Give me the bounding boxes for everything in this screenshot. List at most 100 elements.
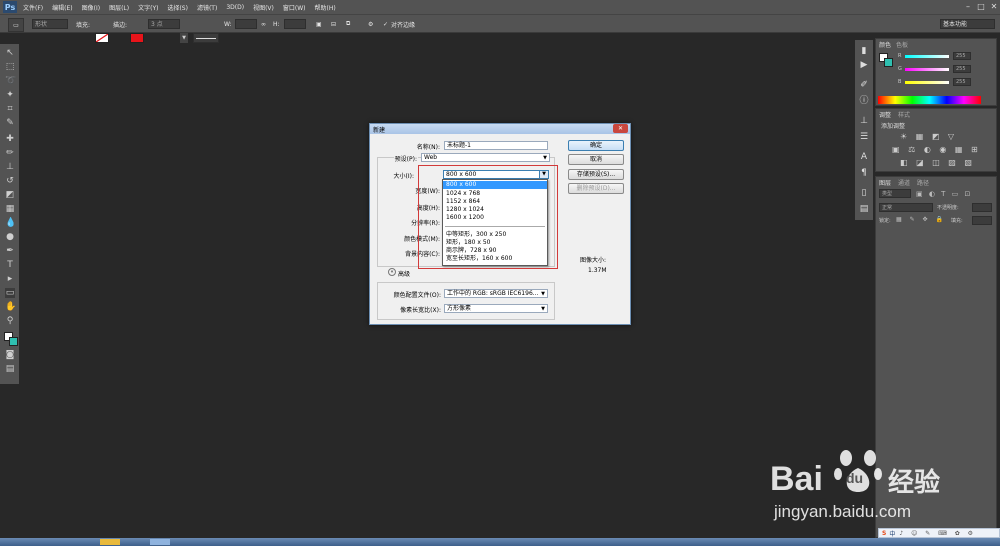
ime-tool-icons[interactable]: ♪ ☺ ✎ ⌨ ✿ ⚙ [899,530,976,537]
stroke-type-select[interactable] [193,33,219,43]
menu-select[interactable]: 选择(S) [167,3,188,12]
blur-tool-icon[interactable]: 💧 [5,218,16,228]
rectangle-tool-icon[interactable]: ▭ [5,288,15,298]
preset-select[interactable]: Web ▼ [421,153,550,162]
maximize-button[interactable]: □ [976,2,986,11]
layer-comps-icon[interactable]: ▤ [859,204,869,214]
hand-tool-icon[interactable]: ✋ [5,302,16,312]
stroke-width-field[interactable]: 3 点 [148,19,180,29]
tool-preset-picker[interactable]: ▭ [8,18,24,32]
r-slider[interactable] [905,55,949,58]
name-input[interactable]: 未标题-1 [444,141,548,150]
tab-layers[interactable]: 图层 [879,178,891,187]
magic-wand-icon[interactable]: ✦ [5,90,15,100]
lasso-tool-icon[interactable]: ➰ [5,76,16,86]
zoom-tool-icon[interactable]: ⚲ [5,316,15,326]
brush-panel-icon[interactable]: ✐ [859,80,869,90]
tab-adjustments[interactable]: 调整 [879,110,891,119]
profile-select[interactable]: 工作中的 RGB: sRGB IEC6196... ▼ [444,289,548,298]
ok-button[interactable]: 确定 [568,140,624,151]
b-slider[interactable] [905,81,949,84]
menu-file[interactable]: 文件(F) [23,3,43,12]
screen-mode-icon[interactable]: ▤ [5,364,15,374]
tab-color[interactable]: 颜色 [879,40,891,49]
stroke-width-dropdown[interactable]: ▼ [180,33,188,43]
info-icon[interactable]: ⓘ [859,96,869,106]
play-icon[interactable]: ▶ [859,60,869,70]
path-arrangement-icon[interactable]: ⧉ [346,18,350,30]
crop-tool-icon[interactable]: ⌗ [5,104,15,114]
advanced-toggle-icon[interactable]: « [388,268,396,276]
tab-channels[interactable]: 通道 [898,178,910,187]
gear-icon[interactable]: ⚙ [368,18,373,30]
align-edges-checkbox[interactable]: ✓ [383,18,388,30]
quick-mask-icon[interactable]: ◙ [5,350,15,360]
marquee-tool-icon[interactable]: ⬚ [5,62,15,72]
menu-edit[interactable]: 编辑(E) [52,3,72,12]
menu-layer[interactable]: 图层(L) [109,3,129,12]
menu-type[interactable]: 文字(Y) [138,3,158,12]
taskbar-app-folder[interactable] [100,539,120,545]
ime-mode-label[interactable]: 中 [889,529,895,538]
b-value[interactable]: 255 [953,78,971,86]
workspace-switcher[interactable]: 基本功能 [940,19,995,29]
layer-filter-kind[interactable]: 类型 [879,189,911,198]
pen-tool-icon[interactable]: ✒ [5,246,15,256]
fill-field[interactable] [972,216,992,225]
width-field[interactable] [235,19,257,29]
dodge-tool-icon[interactable]: ● [5,232,15,242]
eyedropper-icon[interactable]: ✎ [5,118,15,128]
close-button[interactable]: ✕ [989,2,999,11]
g-slider[interactable] [905,68,949,71]
history-brush-icon[interactable]: ↺ [5,176,15,186]
fill-swatch[interactable] [95,33,109,43]
color-bg-swatch[interactable] [884,58,893,67]
minimize-button[interactable]: – [963,2,973,11]
taskbar-app-photoshop[interactable] [150,539,170,545]
clone-source-icon[interactable]: ⊥ [859,116,869,126]
properties-icon[interactable]: ☰ [859,132,869,142]
save-preset-button[interactable]: 存储预设(S)... [568,169,624,180]
menu-window[interactable]: 窗口(W) [283,3,306,12]
menu-view[interactable]: 视图(V) [253,3,274,12]
delete-preset-button[interactable]: 删除预设(D)... [568,183,624,194]
r-value[interactable]: 255 [953,52,971,60]
layer-filter-icons[interactable]: ▣ ◐ T ▭ ⊡ [916,190,972,198]
opacity-field[interactable] [972,203,992,212]
clone-stamp-icon[interactable]: ⊥ [5,162,15,172]
notes-icon[interactable]: ▯ [859,188,869,198]
menu-image[interactable]: 图像(I) [82,3,100,12]
gradient-tool-icon[interactable]: ▦ [5,204,15,214]
adjust-icons-row-2[interactable]: ▣ ⚖ ◐ ◉ ▦ ⊞ [892,145,981,154]
menu-help[interactable]: 帮助(H) [315,3,336,12]
stroke-swatch[interactable] [130,33,144,43]
tab-swatches[interactable]: 色板 [896,40,908,49]
cancel-button[interactable]: 取消 [568,154,624,165]
path-alignment-icon[interactable]: ⊟ [331,18,336,30]
move-tool-icon[interactable]: ↖ [5,48,15,58]
menu-3d[interactable]: 3D(D) [226,4,244,11]
color-spectrum-bar[interactable] [878,96,981,104]
shape-mode-select[interactable]: 形状 [32,19,68,29]
aspect-select[interactable]: 方形像素 ▼ [444,304,548,313]
menu-filter[interactable]: 滤镜(T) [197,3,217,12]
link-icon[interactable]: ∞ [261,18,266,30]
adjust-icons-row-1[interactable]: ☀ ▦ ◩ ▽ [900,132,957,141]
paragraph-icon[interactable]: ¶ [859,168,869,178]
path-selection-icon[interactable]: ▸ [5,274,15,284]
path-operations-icon[interactable]: ▣ [316,18,322,30]
character-icon[interactable]: A [859,152,869,162]
tab-styles[interactable]: 样式 [898,110,910,119]
lock-icons[interactable]: ▦ ✎ ✥ 🔒 [896,216,946,223]
histogram-icon[interactable]: ▮ [859,46,869,56]
tab-paths[interactable]: 路径 [917,178,929,187]
height-field[interactable] [284,19,306,29]
blend-mode-select[interactable]: 正常 [879,203,933,212]
g-value[interactable]: 255 [953,65,971,73]
type-tool-icon[interactable]: T [5,260,15,270]
adjust-icons-row-3[interactable]: ◧ ◪ ◫ ▨ ▧ [900,158,975,167]
healing-brush-icon[interactable]: ✚ [5,134,15,144]
dialog-close-button[interactable]: ✕ [613,124,628,133]
eraser-icon[interactable]: ◩ [5,190,15,200]
background-color-swatch[interactable] [9,337,18,346]
